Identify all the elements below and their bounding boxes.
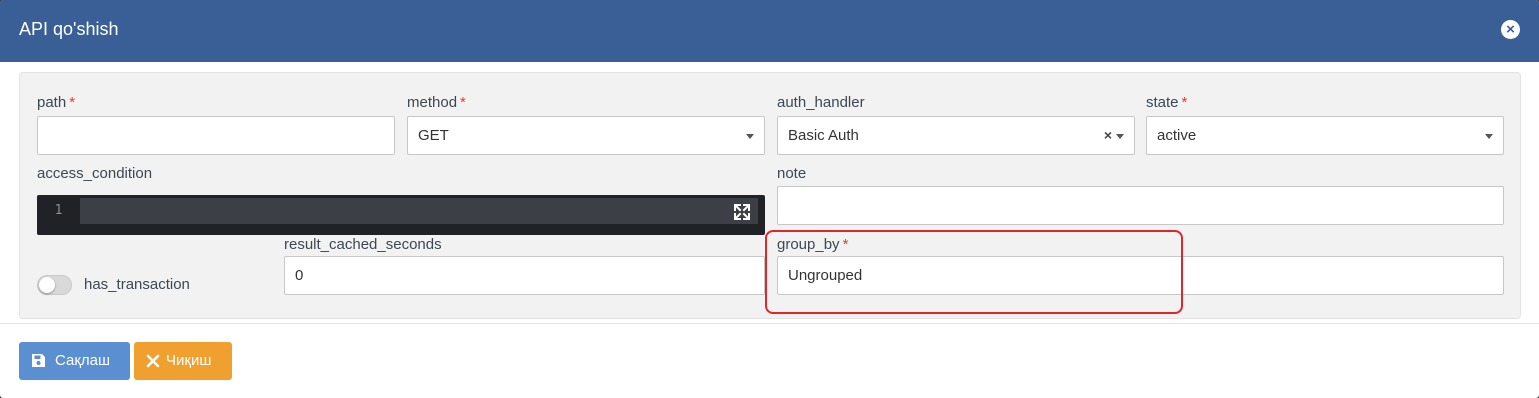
auth-handler-select[interactable]: Basic Auth ×	[777, 116, 1135, 155]
auth-handler-label: auth_handler	[777, 94, 865, 111]
access-condition-editor[interactable]: 1	[37, 195, 765, 235]
result-cached-seconds-label: result_cached_seconds	[284, 236, 442, 253]
chevron-down-icon	[746, 134, 754, 139]
times-icon	[146, 354, 160, 368]
modal-title: API qo'shish	[19, 19, 119, 39]
api-add-modal: API qo'shish × path * method * GET auth_ha…	[0, 0, 1539, 398]
group-by-input[interactable]: Ungrouped	[777, 256, 1504, 295]
exit-button-label: Чиқиш	[166, 352, 212, 369]
method-value: GET	[418, 127, 449, 144]
fullscreen-icon[interactable]	[733, 203, 751, 221]
save-button-label: Сақлаш	[55, 352, 111, 369]
save-button[interactable]: Сақлаш	[19, 342, 130, 380]
note-input[interactable]	[777, 186, 1504, 225]
clear-icon[interactable]: ×	[1104, 117, 1112, 154]
note-label: note	[777, 165, 807, 182]
close-icon[interactable]: ×	[1501, 20, 1520, 39]
chevron-down-icon	[1116, 134, 1124, 139]
group-by-label: group_by *	[777, 236, 849, 253]
line-number: 1	[54, 203, 63, 218]
state-label: state *	[1146, 94, 1188, 111]
has-transaction-toggle[interactable]	[37, 275, 72, 295]
has-transaction-label: has_transaction	[84, 276, 190, 293]
chevron-down-icon	[1485, 134, 1493, 139]
floppy-disk-icon	[32, 354, 45, 367]
access-condition-label: access_condition	[37, 165, 153, 182]
form-panel: path * method * GET auth_handler Basic Aut…	[19, 72, 1521, 319]
modal-header: API qo'shish ×	[0, 0, 1539, 62]
code-line[interactable]	[80, 198, 758, 224]
result-cached-seconds-input[interactable]: 0	[284, 256, 765, 295]
modal-footer: Сақлаш Чиқиш	[0, 324, 1539, 398]
modal-body: path * method * GET auth_handler Basic Aut…	[0, 62, 1539, 324]
exit-button[interactable]: Чиқиш	[134, 342, 232, 380]
method-label: method *	[407, 94, 466, 111]
auth-handler-value: Basic Auth	[788, 127, 859, 144]
path-input[interactable]	[37, 116, 395, 155]
state-select[interactable]: active	[1146, 116, 1504, 155]
toggle-knob	[39, 277, 55, 293]
path-label: path *	[37, 94, 76, 111]
method-select[interactable]: GET	[407, 116, 765, 155]
state-value: active	[1157, 127, 1197, 144]
